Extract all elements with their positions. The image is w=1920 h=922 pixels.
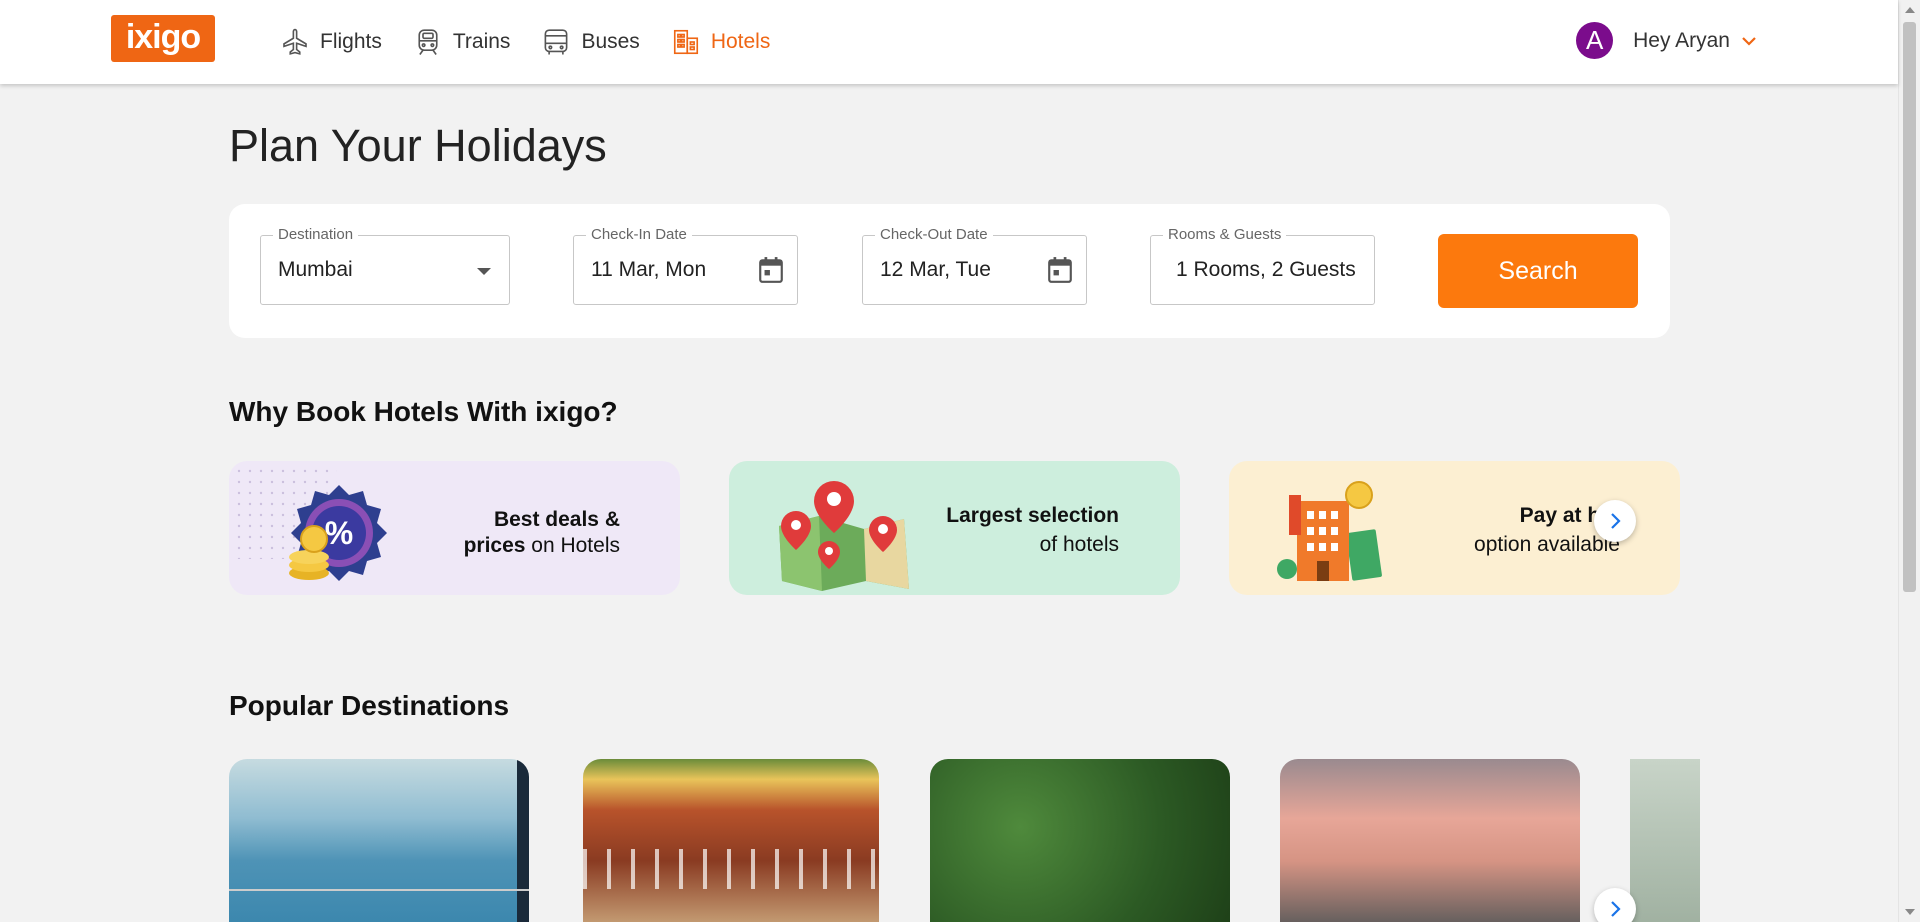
why-card-deals-line2-bold: prices: [463, 534, 526, 557]
checkin-value[interactable]: 11 Mar, Mon: [591, 258, 706, 282]
calendar-icon[interactable]: [758, 256, 784, 284]
why-card-selection: Largest selection of hotels: [729, 461, 1180, 595]
chevron-down-icon[interactable]: [1740, 32, 1758, 50]
why-card-selection-line2: of hotels: [1039, 533, 1119, 556]
why-card-deals-line2: on Hotels: [525, 534, 620, 557]
ixigo-logo[interactable]: ixigo: [111, 15, 215, 62]
destination-card-1-image-edge: [517, 759, 529, 922]
chevron-right-icon: [1611, 513, 1621, 529]
nav-buses-label: Buses: [581, 30, 640, 53]
nav-flights[interactable]: Flights: [280, 27, 382, 57]
why-book-title: Why Book Hotels With ixigo?: [229, 396, 618, 427]
avatar[interactable]: A: [1576, 22, 1614, 59]
scroll-thumb[interactable]: [1903, 22, 1916, 592]
nav-buses[interactable]: Buses: [541, 27, 640, 57]
popular-destinations-title: Popular Destinations: [229, 690, 510, 721]
scroll-up-arrow-icon[interactable]: [1905, 7, 1915, 13]
svg-text:%: %: [325, 515, 353, 551]
map-pins-icon: [779, 481, 909, 591]
rooms-guests-field[interactable]: Rooms & Guests 1 Rooms, 2 Guests: [1150, 226, 1375, 305]
railing-image: [229, 889, 529, 895]
destination-card-5[interactable]: [1630, 759, 1700, 922]
checkout-value[interactable]: 12 Mar, Tue: [880, 258, 991, 282]
dropdown-caret-icon[interactable]: [477, 268, 491, 275]
plane-icon: [283, 28, 307, 55]
why-card-deals: % Best deals & prices on Hotels: [229, 461, 680, 595]
checkin-date-field[interactable]: Check-In Date 11 Mar, Mon: [573, 226, 798, 305]
nav-hotels[interactable]: Hotels: [671, 27, 771, 57]
discount-badge-icon: %: [289, 485, 387, 581]
top-header: ixigo Flights Trains Buses Hotels A Hey …: [0, 0, 1898, 84]
nav-flights-label: Flights: [320, 30, 382, 53]
guests-label: Rooms & Guests: [1163, 226, 1287, 243]
search-button[interactable]: Search: [1438, 234, 1638, 308]
checkout-date-field[interactable]: Check-Out Date 12 Mar, Tue: [862, 226, 1087, 305]
why-card-deals-line1: Best deals &: [493, 508, 620, 531]
nav-trains[interactable]: Trains: [413, 27, 511, 57]
nav-hotels-label: Hotels: [710, 30, 771, 53]
why-card-selection-line1: Largest selection: [946, 504, 1119, 527]
scroll-down-arrow-icon[interactable]: [1905, 909, 1915, 915]
hotel-search-form: Destination Mumbai Check-In Date 11 Mar,…: [229, 204, 1670, 338]
balcony-image: [583, 849, 879, 889]
hotel-icon: [673, 29, 698, 55]
destinations-carousel-next-button[interactable]: [1594, 888, 1636, 922]
checkin-label: Check-In Date: [586, 226, 692, 243]
chevron-right-icon: [1611, 901, 1621, 917]
user-menu[interactable]: A Hey Aryan: [1576, 22, 1758, 59]
nav-trains-label: Trains: [452, 30, 511, 53]
destination-card-4[interactable]: [1280, 759, 1580, 922]
bus-icon: [545, 29, 568, 55]
destination-field[interactable]: Destination Mumbai: [260, 226, 510, 305]
guests-value[interactable]: 1 Rooms, 2 Guests: [1176, 258, 1356, 282]
user-greeting[interactable]: Hey Aryan: [1633, 29, 1730, 53]
destination-card-3[interactable]: [930, 759, 1230, 922]
destination-card-1[interactable]: [229, 759, 529, 922]
why-card-pay-line2: option available: [1474, 533, 1620, 556]
why-carousel-next-button[interactable]: [1594, 500, 1636, 542]
train-icon: [418, 29, 438, 55]
hotel-building-icon: [1277, 481, 1382, 581]
page-title: Plan Your Holidays: [229, 120, 607, 171]
destination-label: Destination: [273, 226, 359, 243]
page-scrollbar[interactable]: [1898, 0, 1920, 922]
calendar-icon[interactable]: [1047, 256, 1073, 284]
destination-card-2[interactable]: [583, 759, 879, 922]
destination-value[interactable]: Mumbai: [278, 258, 353, 282]
why-card-selection-text: Largest selection of hotels: [946, 501, 1119, 559]
why-card-deals-text: Best deals & prices on Hotels: [464, 507, 620, 559]
checkout-label: Check-Out Date: [875, 226, 993, 243]
main-nav: Flights Trains Buses Hotels: [280, 0, 801, 84]
